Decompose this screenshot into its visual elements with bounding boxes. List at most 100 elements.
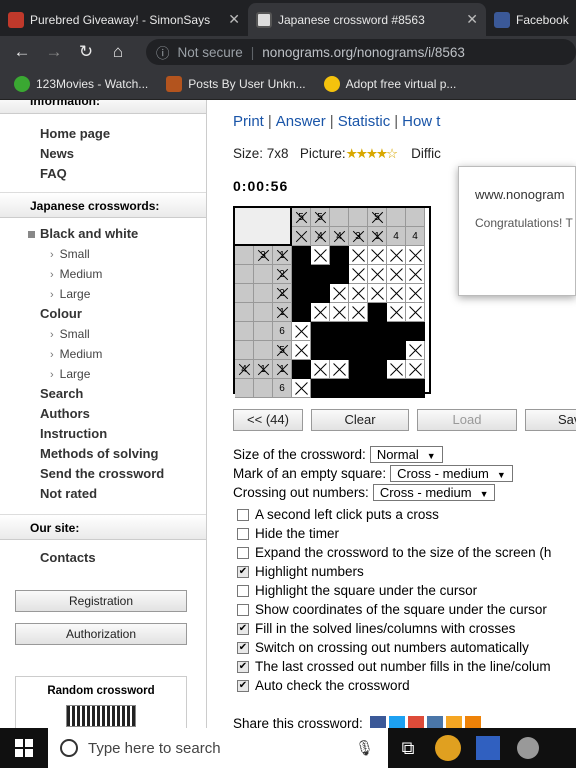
task-view-icon[interactable]: ⧉ [388, 728, 428, 768]
grid-cell[interactable] [330, 303, 349, 322]
sidebar-item-home[interactable]: Home page [0, 124, 206, 144]
grid-cell[interactable] [292, 341, 311, 360]
answer-link[interactable]: Answer [276, 113, 326, 130]
setting-checkbox-row[interactable]: A second left click puts a cross [233, 505, 551, 524]
grid-cell[interactable] [311, 322, 330, 341]
grid-cell[interactable] [406, 322, 425, 341]
info-icon[interactable]: ⓘ [156, 42, 170, 62]
grid-cell[interactable] [406, 284, 425, 303]
app-icon[interactable] [468, 728, 508, 768]
sidebar-subitem-colour-large[interactable]: › Large [0, 364, 206, 384]
google-share-icon[interactable] [407, 716, 424, 728]
load-button[interactable]: Load [417, 409, 517, 431]
tab-japanese-crossword[interactable]: Japanese crossword #8563 ✕ [248, 3, 486, 36]
checkbox-checked-icon[interactable]: ✔ [237, 565, 249, 578]
sidebar-item-not-rated[interactable]: Not rated [0, 484, 206, 504]
statistic-link[interactable]: Statistic [338, 113, 391, 130]
grid-cell[interactable] [292, 303, 311, 322]
setting-checkbox-row[interactable]: Hide the timer [233, 524, 551, 543]
blogger-share-icon[interactable] [445, 716, 462, 728]
how-to-link[interactable]: How t [402, 113, 440, 130]
windows-start-icon[interactable] [0, 728, 48, 768]
grid-cell[interactable] [387, 284, 406, 303]
grid-cell[interactable] [330, 322, 349, 341]
grid-cell[interactable] [311, 360, 330, 379]
grid-cell[interactable] [349, 379, 368, 398]
print-link[interactable]: Print [233, 113, 264, 130]
grid-cell[interactable] [387, 341, 406, 360]
odnoklassniki-share-icon[interactable] [464, 716, 481, 728]
sidebar-item-contacts[interactable]: Contacts [0, 548, 206, 568]
sidebar-item-black-and-white[interactable]: Black and white [0, 224, 206, 244]
setting-checkbox-row[interactable]: ✔ Fill in the solved lines/columns with c… [233, 619, 551, 638]
grid-cell[interactable] [349, 265, 368, 284]
twitter-share-icon[interactable] [388, 716, 405, 728]
grid-cell[interactable] [349, 322, 368, 341]
clear-button[interactable]: Clear [311, 409, 409, 431]
sidebar-subitem-colour-medium[interactable]: › Medium [0, 344, 206, 364]
setting-checkbox-row[interactable]: ✔ Switch on crossing out numbers automati… [233, 638, 551, 657]
grid-cell[interactable] [368, 379, 387, 398]
grid-cell[interactable] [368, 360, 387, 379]
bookmark-123movies[interactable]: 123Movies - Watch... [14, 75, 148, 92]
grid-cell[interactable] [349, 360, 368, 379]
grid-cell[interactable] [330, 284, 349, 303]
checkbox-checked-icon[interactable]: ✔ [237, 660, 249, 673]
grid-cell[interactable] [330, 265, 349, 284]
crossing-select[interactable]: Cross - medium ▼ [372, 484, 496, 501]
grid-cell[interactable] [387, 322, 406, 341]
grid-cell[interactable] [406, 265, 425, 284]
grid-cell[interactable] [387, 303, 406, 322]
world-of-warcraft-icon[interactable] [428, 728, 468, 768]
grid-cell[interactable] [330, 360, 349, 379]
grid-cell[interactable] [292, 265, 311, 284]
checkbox-unchecked-icon[interactable] [237, 603, 249, 616]
setting-checkbox-row[interactable]: ✔ The last crossed out number fills in th… [233, 657, 551, 676]
forward-arrow-icon[interactable]: → [44, 42, 64, 62]
grid-cell[interactable] [406, 303, 425, 322]
random-crossword-thumbnail[interactable] [66, 705, 136, 727]
grid-cell[interactable] [406, 246, 425, 265]
bookmark-posts-by-user[interactable]: Posts By User Unkn... [166, 75, 306, 92]
grid-cell[interactable] [311, 341, 330, 360]
tab-facebook[interactable]: Facebook [486, 3, 576, 36]
checkbox-unchecked-icon[interactable] [237, 527, 249, 540]
setting-checkbox-row[interactable]: Show coordinates of the square under the… [233, 600, 551, 619]
checkbox-unchecked-icon[interactable] [237, 584, 249, 597]
authorization-button[interactable]: Authorization [15, 623, 187, 645]
setting-checkbox-row[interactable]: ✔ Auto check the crossword [233, 676, 551, 695]
sidebar-subitem-bw-small[interactable]: › Small [0, 244, 206, 264]
history-back-button[interactable]: << (44) [233, 409, 303, 431]
microphone-icon[interactable]: 🎙 [355, 739, 374, 757]
grid-cell[interactable] [368, 303, 387, 322]
checkbox-checked-icon[interactable]: ✔ [237, 679, 249, 692]
sidebar-subitem-colour-small[interactable]: › Small [0, 324, 206, 344]
bookmark-adopt-virtual-pet[interactable]: Adopt free virtual p... [323, 75, 456, 92]
grid-cell[interactable] [330, 246, 349, 265]
sidebar-item-colour[interactable]: Colour [0, 304, 206, 324]
grid-cell[interactable] [330, 379, 349, 398]
facebook-share-icon[interactable] [369, 716, 386, 728]
vk-share-icon[interactable] [426, 716, 443, 728]
setting-checkbox-row[interactable]: ✔ Highlight numbers [233, 562, 551, 581]
sidebar-item-authors[interactable]: Authors [0, 404, 206, 424]
taskbar-search-box[interactable]: Type here to search 🎙 [48, 728, 388, 768]
grid-cell[interactable] [311, 284, 330, 303]
tab-purebred-giveaway[interactable]: Purebred Giveaway! - SimonSays ✕ [0, 3, 248, 36]
grid-cell[interactable] [406, 341, 425, 360]
grid-cell[interactable] [387, 265, 406, 284]
grid-cell[interactable] [292, 284, 311, 303]
grid-cell[interactable] [292, 322, 311, 341]
grid-cell[interactable] [406, 379, 425, 398]
checkbox-unchecked-icon[interactable] [237, 546, 249, 559]
mark-select[interactable]: Cross - medium ▼ [390, 465, 513, 482]
grid-cell[interactable] [349, 246, 368, 265]
sidebar-subitem-bw-medium[interactable]: › Medium [0, 264, 206, 284]
reload-icon[interactable]: ↻ [76, 42, 96, 62]
sidebar-subitem-bw-large[interactable]: › Large [0, 284, 206, 304]
grid-cell[interactable] [387, 360, 406, 379]
grid-cell[interactable] [349, 284, 368, 303]
sidebar-item-methods[interactable]: Methods of solving [0, 444, 206, 464]
setting-checkbox-row[interactable]: Expand the crossword to the size of the … [233, 543, 551, 562]
grid-cell[interactable] [387, 379, 406, 398]
